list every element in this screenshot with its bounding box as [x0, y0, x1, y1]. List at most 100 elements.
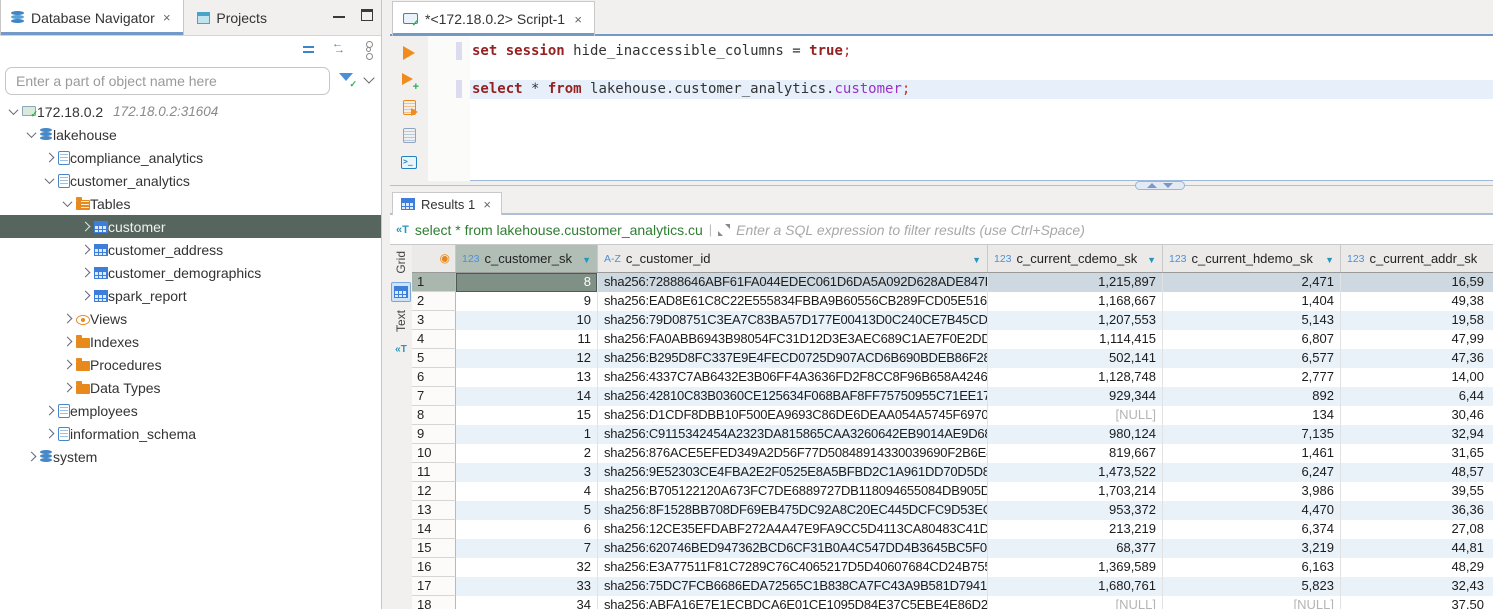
- cell-c-current-cdemo-sk[interactable]: 819,667: [988, 444, 1163, 463]
- tree-item[interactable]: customer: [0, 215, 381, 238]
- cell-c-current-cdemo-sk[interactable]: 213,219: [988, 520, 1163, 539]
- tree-item[interactable]: customer_address: [0, 238, 381, 261]
- collapse-up-icon[interactable]: [1147, 183, 1157, 188]
- cell-c-current-cdemo-sk[interactable]: 929,344: [988, 387, 1163, 406]
- tab-projects[interactable]: Projects: [187, 1, 277, 36]
- cell-c-customer-id[interactable]: sha256:E3A77511F81C7289C76C4065217D5D406…: [598, 558, 988, 577]
- cell-c-current-cdemo-sk[interactable]: 953,372: [988, 501, 1163, 520]
- cell-c-current-cdemo-sk[interactable]: 1,473,522: [988, 463, 1163, 482]
- row-number-cell[interactable]: 2: [412, 292, 456, 311]
- row-number-cell[interactable]: 10: [412, 444, 456, 463]
- cell-c-current-hdemo-sk[interactable]: 7,135: [1163, 425, 1341, 444]
- table-row[interactable]: 14 6 sha256:12CE35EFDABF272A4A47E9FA9CC5…: [412, 520, 1493, 539]
- table-row[interactable]: 3 10 sha256:79D08751C3EA7C83BA57D177E004…: [412, 311, 1493, 330]
- maximize-icon[interactable]: [361, 9, 373, 21]
- tree-expand-arrow[interactable]: [59, 338, 76, 345]
- cell-c-current-cdemo-sk[interactable]: 1,680,761: [988, 577, 1163, 596]
- cell-c-customer-sk[interactable]: 14: [456, 387, 598, 406]
- cell-c-customer-sk[interactable]: 4: [456, 482, 598, 501]
- explain-plan-icon[interactable]: [403, 128, 416, 143]
- row-number-cell[interactable]: 17: [412, 577, 456, 596]
- cell-c-current-addr-sk[interactable]: 36,36: [1341, 501, 1493, 520]
- cell-c-customer-id[interactable]: sha256:EAD8E61C8C22E555834FBBA9B60556CB2…: [598, 292, 988, 311]
- cell-c-current-addr-sk[interactable]: 19,58: [1341, 311, 1493, 330]
- tree-expand-arrow[interactable]: [23, 453, 40, 460]
- close-icon[interactable]: [481, 197, 493, 212]
- tree-expand-arrow[interactable]: [5, 108, 22, 115]
- cell-c-current-cdemo-sk[interactable]: 980,124: [988, 425, 1163, 444]
- cell-c-current-addr-sk[interactable]: 31,65: [1341, 444, 1493, 463]
- tree-expand-arrow[interactable]: [77, 223, 94, 230]
- tree-expand-arrow[interactable]: [59, 384, 76, 391]
- execute-script-icon[interactable]: [403, 100, 416, 115]
- tree-expand-arrow[interactable]: [77, 292, 94, 299]
- cell-c-current-hdemo-sk[interactable]: 6,807: [1163, 330, 1341, 349]
- cell-c-customer-sk[interactable]: 32: [456, 558, 598, 577]
- cell-c-current-addr-sk[interactable]: 47,99: [1341, 330, 1493, 349]
- cell-c-customer-id[interactable]: sha256:4337C7AB6432E3B06FF4A3636FD2F8CC8…: [598, 368, 988, 387]
- row-number-cell[interactable]: 12: [412, 482, 456, 501]
- tree-expand-arrow[interactable]: [77, 269, 94, 276]
- table-row[interactable]: 8 15 sha256:D1CDF8DBB10F500EA9693C86DE6D…: [412, 406, 1493, 425]
- row-number-cell[interactable]: 5: [412, 349, 456, 368]
- column-sort-dropdown-icon[interactable]: [972, 251, 981, 266]
- cell-c-current-hdemo-sk[interactable]: 1,404: [1163, 292, 1341, 311]
- cell-c-current-addr-sk[interactable]: 27,08: [1341, 520, 1493, 539]
- cell-c-current-hdemo-sk[interactable]: 5,143: [1163, 311, 1341, 330]
- cell-c-current-cdemo-sk[interactable]: 1,168,667: [988, 292, 1163, 311]
- cell-c-current-hdemo-sk[interactable]: 1,461: [1163, 444, 1341, 463]
- cell-c-current-hdemo-sk[interactable]: 2,471: [1163, 273, 1341, 292]
- tree-item[interactable]: 172.18.0.2 172.18.0.2:31604: [0, 100, 381, 123]
- table-row[interactable]: 9 1 sha256:C9115342454A2323DA815865CAA32…: [412, 425, 1493, 444]
- cell-c-current-addr-sk[interactable]: 32,94: [1341, 425, 1493, 444]
- row-number-cell[interactable]: 16: [412, 558, 456, 577]
- tree-expand-arrow[interactable]: [59, 361, 76, 368]
- code-line-2[interactable]: select * from lakehouse.customer_analyti…: [470, 80, 1493, 99]
- table-row[interactable]: 16 32 sha256:E3A77511F81C7289C76C4065217…: [412, 558, 1493, 577]
- cell-c-customer-sk[interactable]: 15: [456, 406, 598, 425]
- chevron-down-icon[interactable]: [363, 72, 374, 83]
- cell-c-customer-id[interactable]: sha256:79D08751C3EA7C83BA57D177E00413D0C…: [598, 311, 988, 330]
- cell-c-customer-id[interactable]: sha256:FA0ABB6943B98054FC31D12D3E3AEC689…: [598, 330, 988, 349]
- table-row[interactable]: 5 12 sha256:B295D8FC337E9E4FECD0725D907A…: [412, 349, 1493, 368]
- tree-expand-arrow[interactable]: [59, 200, 76, 207]
- tree-item[interactable]: customer_demographics: [0, 261, 381, 284]
- cell-c-customer-sk[interactable]: 8: [456, 273, 598, 292]
- row-number-cell[interactable]: 9: [412, 425, 456, 444]
- table-row[interactable]: 1 8 sha256:72888646ABF61FA044EDEC061D6DA…: [412, 273, 1493, 292]
- cell-c-customer-sk[interactable]: 34: [456, 596, 598, 609]
- cell-c-customer-id[interactable]: sha256:ABFA16E7E1ECBDCA6E01CE1095D84E37C…: [598, 596, 988, 609]
- view-menu-icon[interactable]: [366, 47, 371, 52]
- cell-c-current-addr-sk[interactable]: 48,57: [1341, 463, 1493, 482]
- cell-c-customer-id[interactable]: sha256:876ACE5EFED349A2D56F77D5084891433…: [598, 444, 988, 463]
- tree-item[interactable]: Indexes: [0, 330, 381, 353]
- cell-c-current-hdemo-sk[interactable]: 3,986: [1163, 482, 1341, 501]
- cell-c-customer-id[interactable]: sha256:B705122120A673FC7DE6889727DB11809…: [598, 482, 988, 501]
- expand-filter-icon[interactable]: [718, 224, 730, 236]
- row-number-cell[interactable]: 8: [412, 406, 456, 425]
- cell-c-current-hdemo-sk[interactable]: 892: [1163, 387, 1341, 406]
- column-header[interactable]: A-Z c_customer_id: [598, 245, 988, 272]
- cell-c-current-cdemo-sk[interactable]: 1,207,553: [988, 311, 1163, 330]
- close-icon[interactable]: [572, 12, 584, 27]
- tree-item[interactable]: compliance_analytics: [0, 146, 381, 169]
- cell-c-current-hdemo-sk[interactable]: 2,777: [1163, 368, 1341, 387]
- row-number-cell[interactable]: 7: [412, 387, 456, 406]
- row-number-cell[interactable]: 13: [412, 501, 456, 520]
- tree-item[interactable]: customer_analytics: [0, 169, 381, 192]
- tree-expand-arrow[interactable]: [41, 177, 58, 184]
- execute-statement-icon[interactable]: [403, 46, 415, 60]
- cell-c-customer-sk[interactable]: 13: [456, 368, 598, 387]
- cell-c-current-hdemo-sk[interactable]: 6,577: [1163, 349, 1341, 368]
- cell-c-customer-id[interactable]: sha256:12CE35EFDABF272A4A47E9FA9CC5D4113…: [598, 520, 988, 539]
- tree-item[interactable]: Data Types: [0, 376, 381, 399]
- grid-corner-cell[interactable]: [412, 245, 456, 272]
- tab-results-1[interactable]: Results 1: [392, 192, 502, 215]
- cell-c-customer-id[interactable]: sha256:B295D8FC337E9E4FECD0725D907ACD6B6…: [598, 349, 988, 368]
- cell-c-current-cdemo-sk[interactable]: [NULL]: [988, 596, 1163, 609]
- column-header[interactable]: 123 c_customer_sk: [456, 245, 598, 272]
- tree-item[interactable]: information_schema: [0, 422, 381, 445]
- cell-c-current-hdemo-sk[interactable]: 6,374: [1163, 520, 1341, 539]
- cell-c-customer-sk[interactable]: 3: [456, 463, 598, 482]
- cell-c-customer-id[interactable]: sha256:72888646ABF61FA044EDEC061D6DA5A09…: [598, 273, 988, 292]
